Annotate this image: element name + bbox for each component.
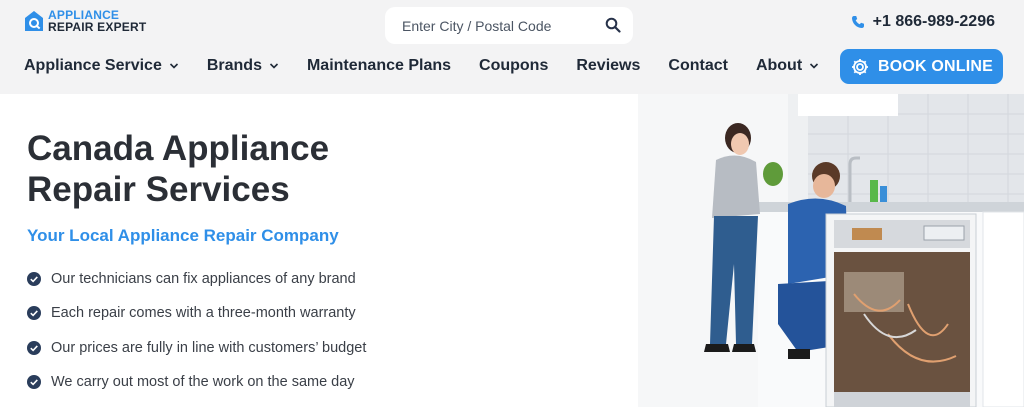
hero-section: Canada Appliance Repair Services Your Lo…	[0, 94, 638, 407]
phone-icon	[851, 16, 864, 28]
list-item: We carry out most of the work on the sam…	[27, 374, 366, 391]
check-circle-icon	[27, 306, 41, 320]
nav-label: Coupons	[479, 57, 549, 74]
nav-maintenance-plans[interactable]: Maintenance Plans	[307, 57, 451, 75]
title-line-2: Repair Services	[27, 170, 290, 209]
nav-about[interactable]: About	[756, 57, 819, 75]
nav-label: About	[755, 57, 803, 74]
feature-list: Our technicians can fix appliances of an…	[27, 270, 366, 407]
nav-label: Appliance Service	[24, 57, 162, 74]
check-circle-icon	[27, 271, 41, 286]
location-search	[385, 7, 633, 44]
technician-repair-illustration	[638, 94, 1024, 407]
check-circle-icon	[27, 340, 41, 355]
list-item: Each repair comes with a three-month war…	[27, 305, 366, 322]
nav-label: Contact	[668, 57, 728, 74]
site-logo[interactable]: APPLIANCE REPAIR EXPERT	[24, 9, 146, 33]
house-logo-icon	[25, 11, 43, 31]
nav-label: Reviews	[576, 57, 641, 74]
list-item: Our technicians can fix appliances of an…	[27, 270, 366, 287]
title-line-1: Canada Appliance	[27, 129, 330, 168]
phone-link[interactable]: +1 866-989-2296	[851, 13, 995, 31]
hero-photo	[638, 94, 1024, 407]
page-title: Canada Appliance Repair Services	[27, 128, 427, 210]
chevron-down-icon	[269, 63, 279, 69]
nav-label: Brands	[206, 57, 262, 74]
search-input[interactable]	[402, 17, 592, 34]
nav-appliance-service[interactable]: Appliance Service	[24, 57, 179, 75]
nav-label: Maintenance Plans	[306, 57, 452, 74]
nav-reviews[interactable]: Reviews	[576, 57, 640, 75]
list-item: Our prices are fully in line with custom…	[27, 339, 366, 356]
chevron-down-icon	[169, 63, 178, 69]
main-nav: Appliance Service Brands Maintenance Pla…	[24, 54, 847, 78]
book-online-label: BOOK ONLINE	[877, 57, 994, 75]
book-online-button[interactable]: BOOK ONLINE	[840, 49, 1003, 84]
feature-text: Our technicians can fix appliances of an…	[51, 270, 356, 287]
feature-text: Our prices are fully in line with custom…	[51, 339, 367, 356]
feature-text: Each repair comes with a three-month war…	[51, 305, 356, 321]
search-icon[interactable]	[605, 17, 621, 33]
chevron-down-icon	[810, 63, 819, 69]
nav-coupons[interactable]: Coupons	[479, 57, 548, 75]
hero-subtitle: Your Local Appliance Repair Company	[27, 226, 339, 245]
nav-contact[interactable]: Contact	[668, 57, 728, 75]
logo-line-2: REPAIR EXPERT	[48, 20, 147, 34]
feature-text: We carry out most of the work on the sam…	[51, 374, 355, 390]
gear-icon	[851, 58, 868, 75]
check-circle-icon	[27, 375, 41, 389]
nav-brands[interactable]: Brands	[207, 57, 279, 75]
site-header: APPLIANCE REPAIR EXPERT +1 866-989-2296 …	[0, 0, 1024, 94]
phone-number: +1 866-989-2296	[872, 13, 995, 30]
